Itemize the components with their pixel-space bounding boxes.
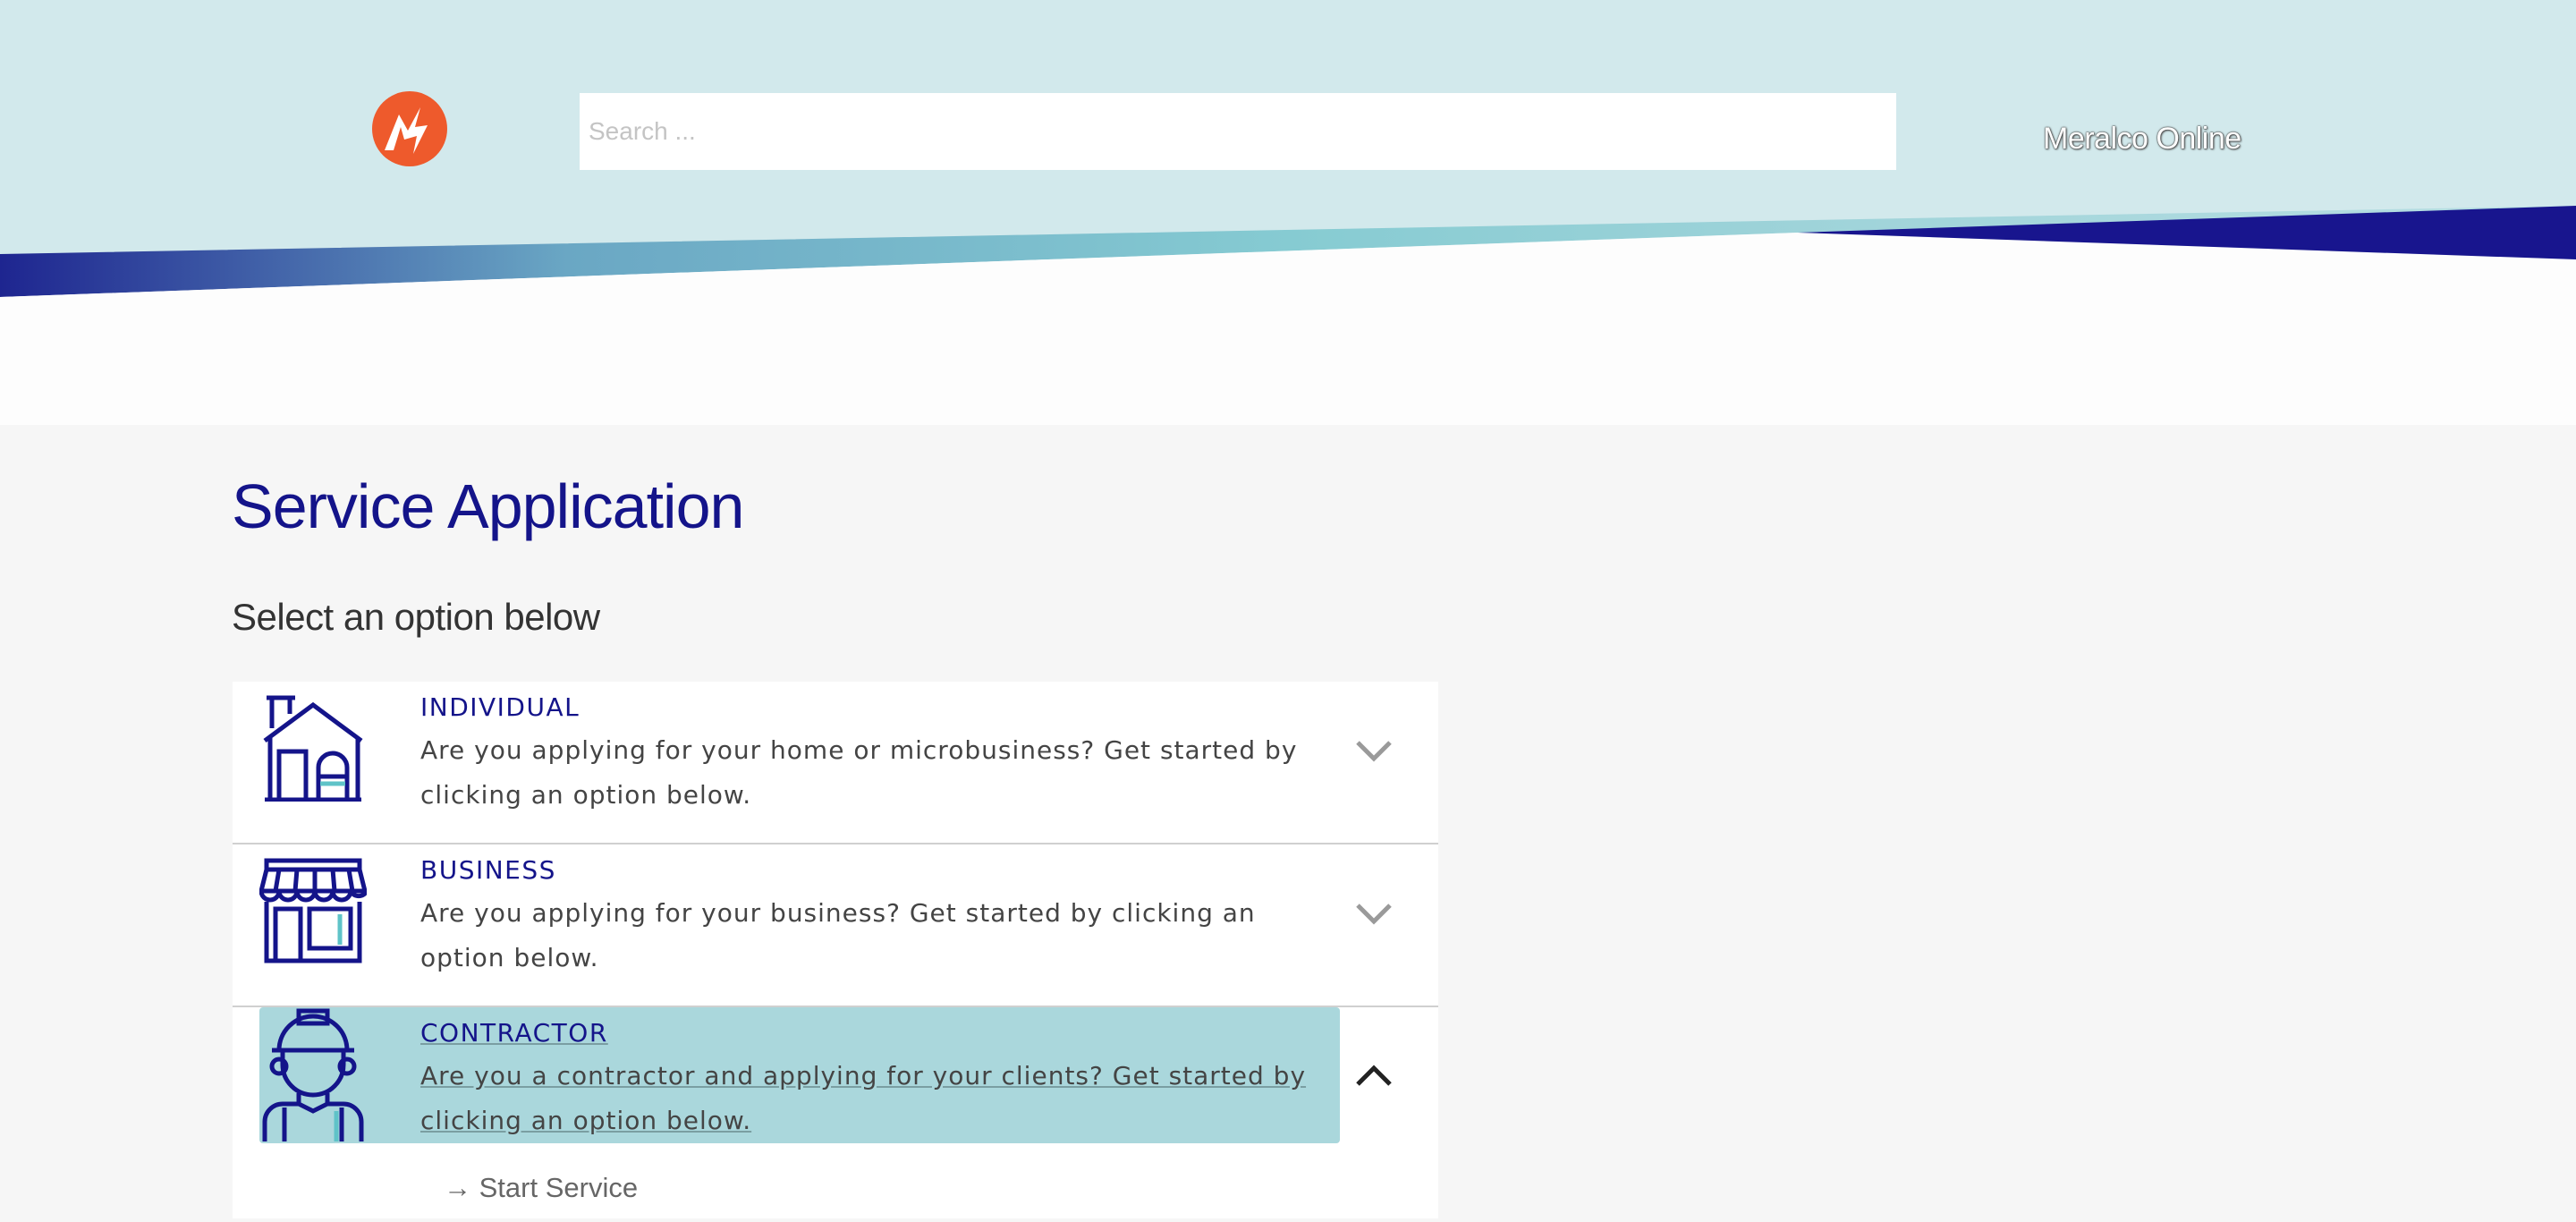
- meralco-online-link[interactable]: Meralco Online: [2043, 122, 2241, 157]
- chevron-down-icon[interactable]: [1354, 737, 1394, 764]
- option-contractor[interactable]: CONTRACTOR Are you a contractor and appl…: [233, 1007, 1438, 1222]
- service-options-panel: INDIVIDUAL Are you applying for your hom…: [233, 682, 1438, 1218]
- site-header: Meralco Online: [0, 0, 2576, 425]
- option-description: Are you applying for your home or microb…: [420, 735, 1298, 810]
- page-title: Service Application: [232, 471, 744, 541]
- start-service-link[interactable]: → Start Service: [444, 1172, 638, 1204]
- option-title: INDIVIDUAL: [420, 692, 580, 722]
- chevron-down-icon[interactable]: [1354, 900, 1394, 927]
- option-description: Are you a contractor and applying for yo…: [420, 1061, 1307, 1135]
- search-input[interactable]: [580, 93, 1896, 170]
- worker-icon: [262, 1008, 364, 1141]
- page-subtitle: Select an option below: [232, 596, 600, 638]
- chevron-up-icon[interactable]: [1354, 1063, 1394, 1090]
- arrow-right-icon: →: [444, 1172, 471, 1203]
- meralco-logo[interactable]: [372, 91, 447, 166]
- option-title: BUSINESS: [420, 855, 556, 885]
- option-individual[interactable]: INDIVIDUAL Are you applying for your hom…: [233, 682, 1438, 844]
- storefront-icon: [259, 858, 367, 963]
- option-description: Are you applying for your business? Get …: [420, 898, 1256, 972]
- house-icon: [263, 695, 363, 802]
- start-service-label: Start Service: [479, 1172, 639, 1203]
- option-title: CONTRACTOR: [420, 1018, 608, 1048]
- option-business[interactable]: BUSINESS Are you applying for your busin…: [233, 844, 1438, 1007]
